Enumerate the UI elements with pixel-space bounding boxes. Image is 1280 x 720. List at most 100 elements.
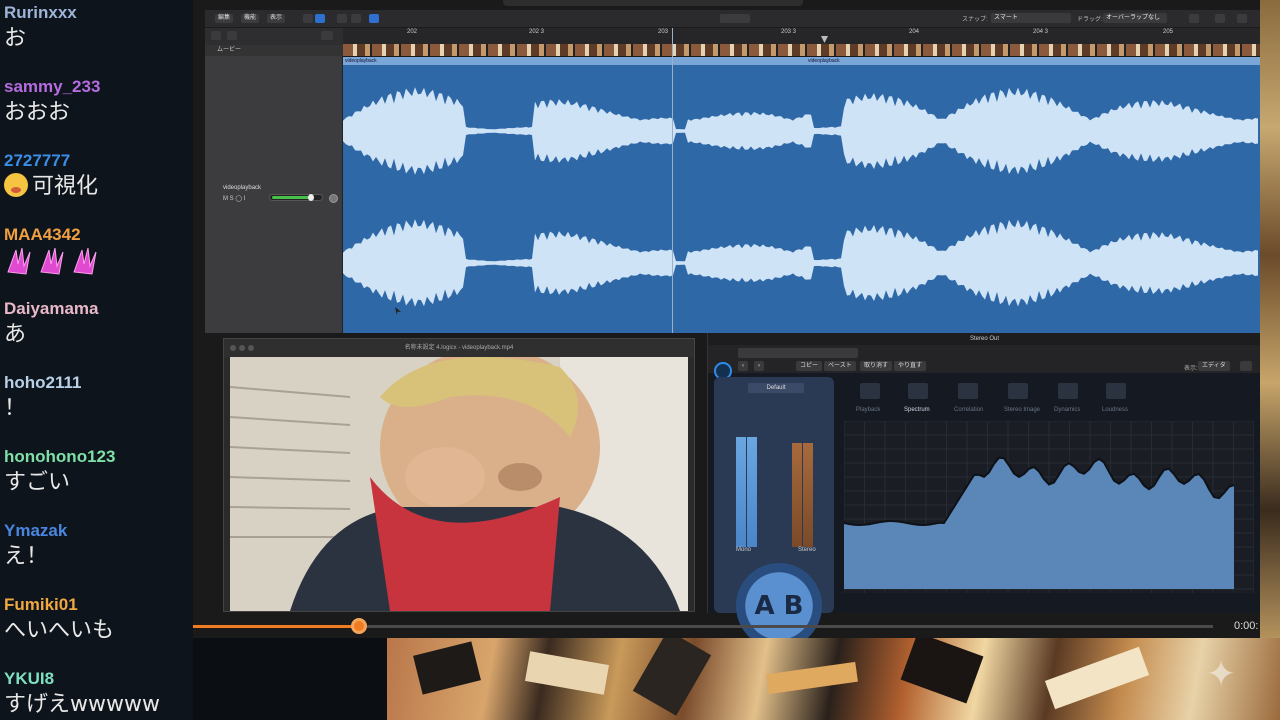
toolbar-button-view[interactable]: 表示 <box>267 14 286 23</box>
pink-wings-icon <box>7 247 31 275</box>
playhead-marker[interactable] <box>821 36 828 43</box>
redo-button[interactable]: やり直す <box>894 361 927 371</box>
chat-message: Rurinxxx お <box>4 2 192 54</box>
stereo-button[interactable]: Stereo <box>798 547 816 553</box>
analyzer-tab[interactable]: Stereo Image <box>1004 407 1040 413</box>
chat-text-content: え！ <box>4 544 49 569</box>
meter-icon[interactable] <box>1106 383 1126 399</box>
chat-text-content: へいへいも <box>4 618 115 643</box>
preset-select[interactable] <box>738 348 858 358</box>
track-view-icon[interactable] <box>315 14 325 23</box>
global-tracks-icon[interactable] <box>321 31 333 40</box>
background-artwork <box>387 638 1280 720</box>
stream-root: Rurinxxx お sammy_233 おおお 2727777 可視化 MAA4342 Da… <box>0 0 1280 720</box>
video-progress-bar[interactable] <box>193 625 1213 628</box>
undo-button[interactable]: 取り消す <box>860 361 893 371</box>
analyzer-tab[interactable]: Spectrum <box>904 407 930 413</box>
zoom-fit-icon[interactable] <box>1215 14 1225 23</box>
chat-username[interactable]: Daiyamama <box>4 298 192 320</box>
drag-select[interactable]: オーバーラップなし <box>1103 13 1167 23</box>
chat-text: ！ <box>4 394 192 424</box>
region-header[interactable]: videoplayback videoplayback <box>343 57 1260 65</box>
chat-text-content: 可視化 <box>32 174 99 199</box>
vu-icon[interactable] <box>1058 383 1078 399</box>
timeline-ruler[interactable]: 202 202 3 203 203 3 204 204 3 205 <box>343 28 1260 44</box>
waveform-icon[interactable] <box>860 383 880 399</box>
pan-knob[interactable] <box>329 194 338 203</box>
prev-preset-icon[interactable]: ‹ <box>738 361 748 371</box>
analyzer-tab[interactable]: Loudness <box>1102 407 1128 413</box>
chat-message: honohono123 すごい <box>4 446 192 498</box>
chat-username[interactable]: honohono123 <box>4 446 192 468</box>
chat-username[interactable]: Fumiki01 <box>4 594 192 616</box>
snap-label: スナップ: <box>962 17 988 23</box>
ruler-tick-label: 203 <box>658 29 669 35</box>
view-select[interactable]: エディタ <box>1198 361 1230 371</box>
paste-button[interactable]: ペースト <box>824 361 856 371</box>
analyzer-tab[interactable]: Correlation <box>954 407 983 413</box>
pink-wings-icon <box>73 247 97 275</box>
zoom-icon[interactable] <box>337 14 347 23</box>
chat-text: すげえwwwww <box>4 690 192 720</box>
toolbar-button-function[interactable]: 機能 <box>241 14 260 23</box>
chat-text: あ <box>4 320 192 350</box>
video-progress-fill <box>193 625 360 628</box>
chat-message: hoho2111！ <box>4 372 192 424</box>
view-label: 表示: <box>1184 366 1198 372</box>
chat-text-content: ！ <box>4 396 27 421</box>
toolbar-button-edit[interactable]: 編集 <box>215 14 234 23</box>
track-buttons[interactable]: M S ◯ I <box>223 195 245 202</box>
waveform-zoom-icon[interactable] <box>1189 14 1199 23</box>
funnel-icon[interactable] <box>1008 383 1028 399</box>
catch-icon[interactable] <box>369 14 379 23</box>
chat-username[interactable]: hoho2111 <box>4 372 192 394</box>
chat-message: Daiyamama あ <box>4 298 192 350</box>
volume-fader[interactable] <box>269 194 323 201</box>
snap-select[interactable]: スマート <box>991 13 1071 23</box>
zoom-horizontal-icon[interactable] <box>1237 14 1247 23</box>
zoom-window-icon[interactable] <box>248 345 254 351</box>
chat-text-content: あ <box>4 322 27 347</box>
chat-text: お <box>4 24 192 54</box>
waveform-channel <box>343 219 1258 307</box>
close-window-icon[interactable] <box>230 345 236 351</box>
spectrum-icon[interactable] <box>908 383 928 399</box>
bars-icon[interactable] <box>958 383 978 399</box>
playhead-line <box>672 28 673 333</box>
copy-button[interactable]: コピー <box>796 361 823 371</box>
chat-text-content: おおお <box>4 100 71 125</box>
level-meters: Default Mono Stereo A B <box>714 377 834 638</box>
movie-window-title: 名称未設定 4.logicx - videoplayback.mp4 <box>224 339 694 357</box>
shared-screen: 編集 機能 表示 スナップ: スマート ドラッグ: オーバーラップなし ムービー <box>193 0 1260 638</box>
track-name[interactable]: videoplayback <box>223 185 261 191</box>
link-icon[interactable] <box>1240 361 1252 371</box>
flex-icon[interactable] <box>351 14 361 23</box>
right-meter-bar <box>792 443 802 547</box>
default-tab[interactable]: Default <box>748 383 804 393</box>
next-preset-icon[interactable]: › <box>754 361 764 371</box>
chat-text-content: すげえwwwww <box>4 692 160 717</box>
analyzer-tab[interactable]: Dynamics <box>1054 407 1080 413</box>
tool-pointer-icon[interactable] <box>720 14 750 23</box>
list-view-icon[interactable] <box>303 14 313 23</box>
track-headers: ムービー videoplayback M S ◯ I <box>205 28 343 333</box>
chat-username[interactable]: YKUI8 <box>4 668 192 690</box>
right-meter-bar-2 <box>803 443 813 547</box>
waveform-channel <box>343 87 1258 175</box>
chat-username[interactable]: MAA4342 <box>4 224 192 246</box>
analyzer-tab[interactable]: Playback <box>856 407 880 413</box>
mono-button[interactable]: Mono <box>736 547 751 553</box>
region-name-2: videoplayback <box>808 58 840 64</box>
chat-username[interactable]: 2727777 <box>4 150 192 172</box>
minimize-window-icon[interactable] <box>239 345 245 351</box>
add-track-icon[interactable] <box>211 31 221 40</box>
ruler-tick-label: 202 3 <box>529 29 545 35</box>
audio-region-waveform[interactable] <box>343 65 1260 333</box>
duplicate-track-icon[interactable] <box>227 31 237 40</box>
chat-username[interactable]: sammy_233 <box>4 76 192 98</box>
background-artwork-edge <box>1260 0 1280 638</box>
spectrum-graph <box>844 421 1254 593</box>
chat-username[interactable]: Ymazak <box>4 520 192 542</box>
ruler-tick-label: 205 <box>1163 29 1174 35</box>
chat-username[interactable]: Rurinxxx <box>4 2 192 24</box>
